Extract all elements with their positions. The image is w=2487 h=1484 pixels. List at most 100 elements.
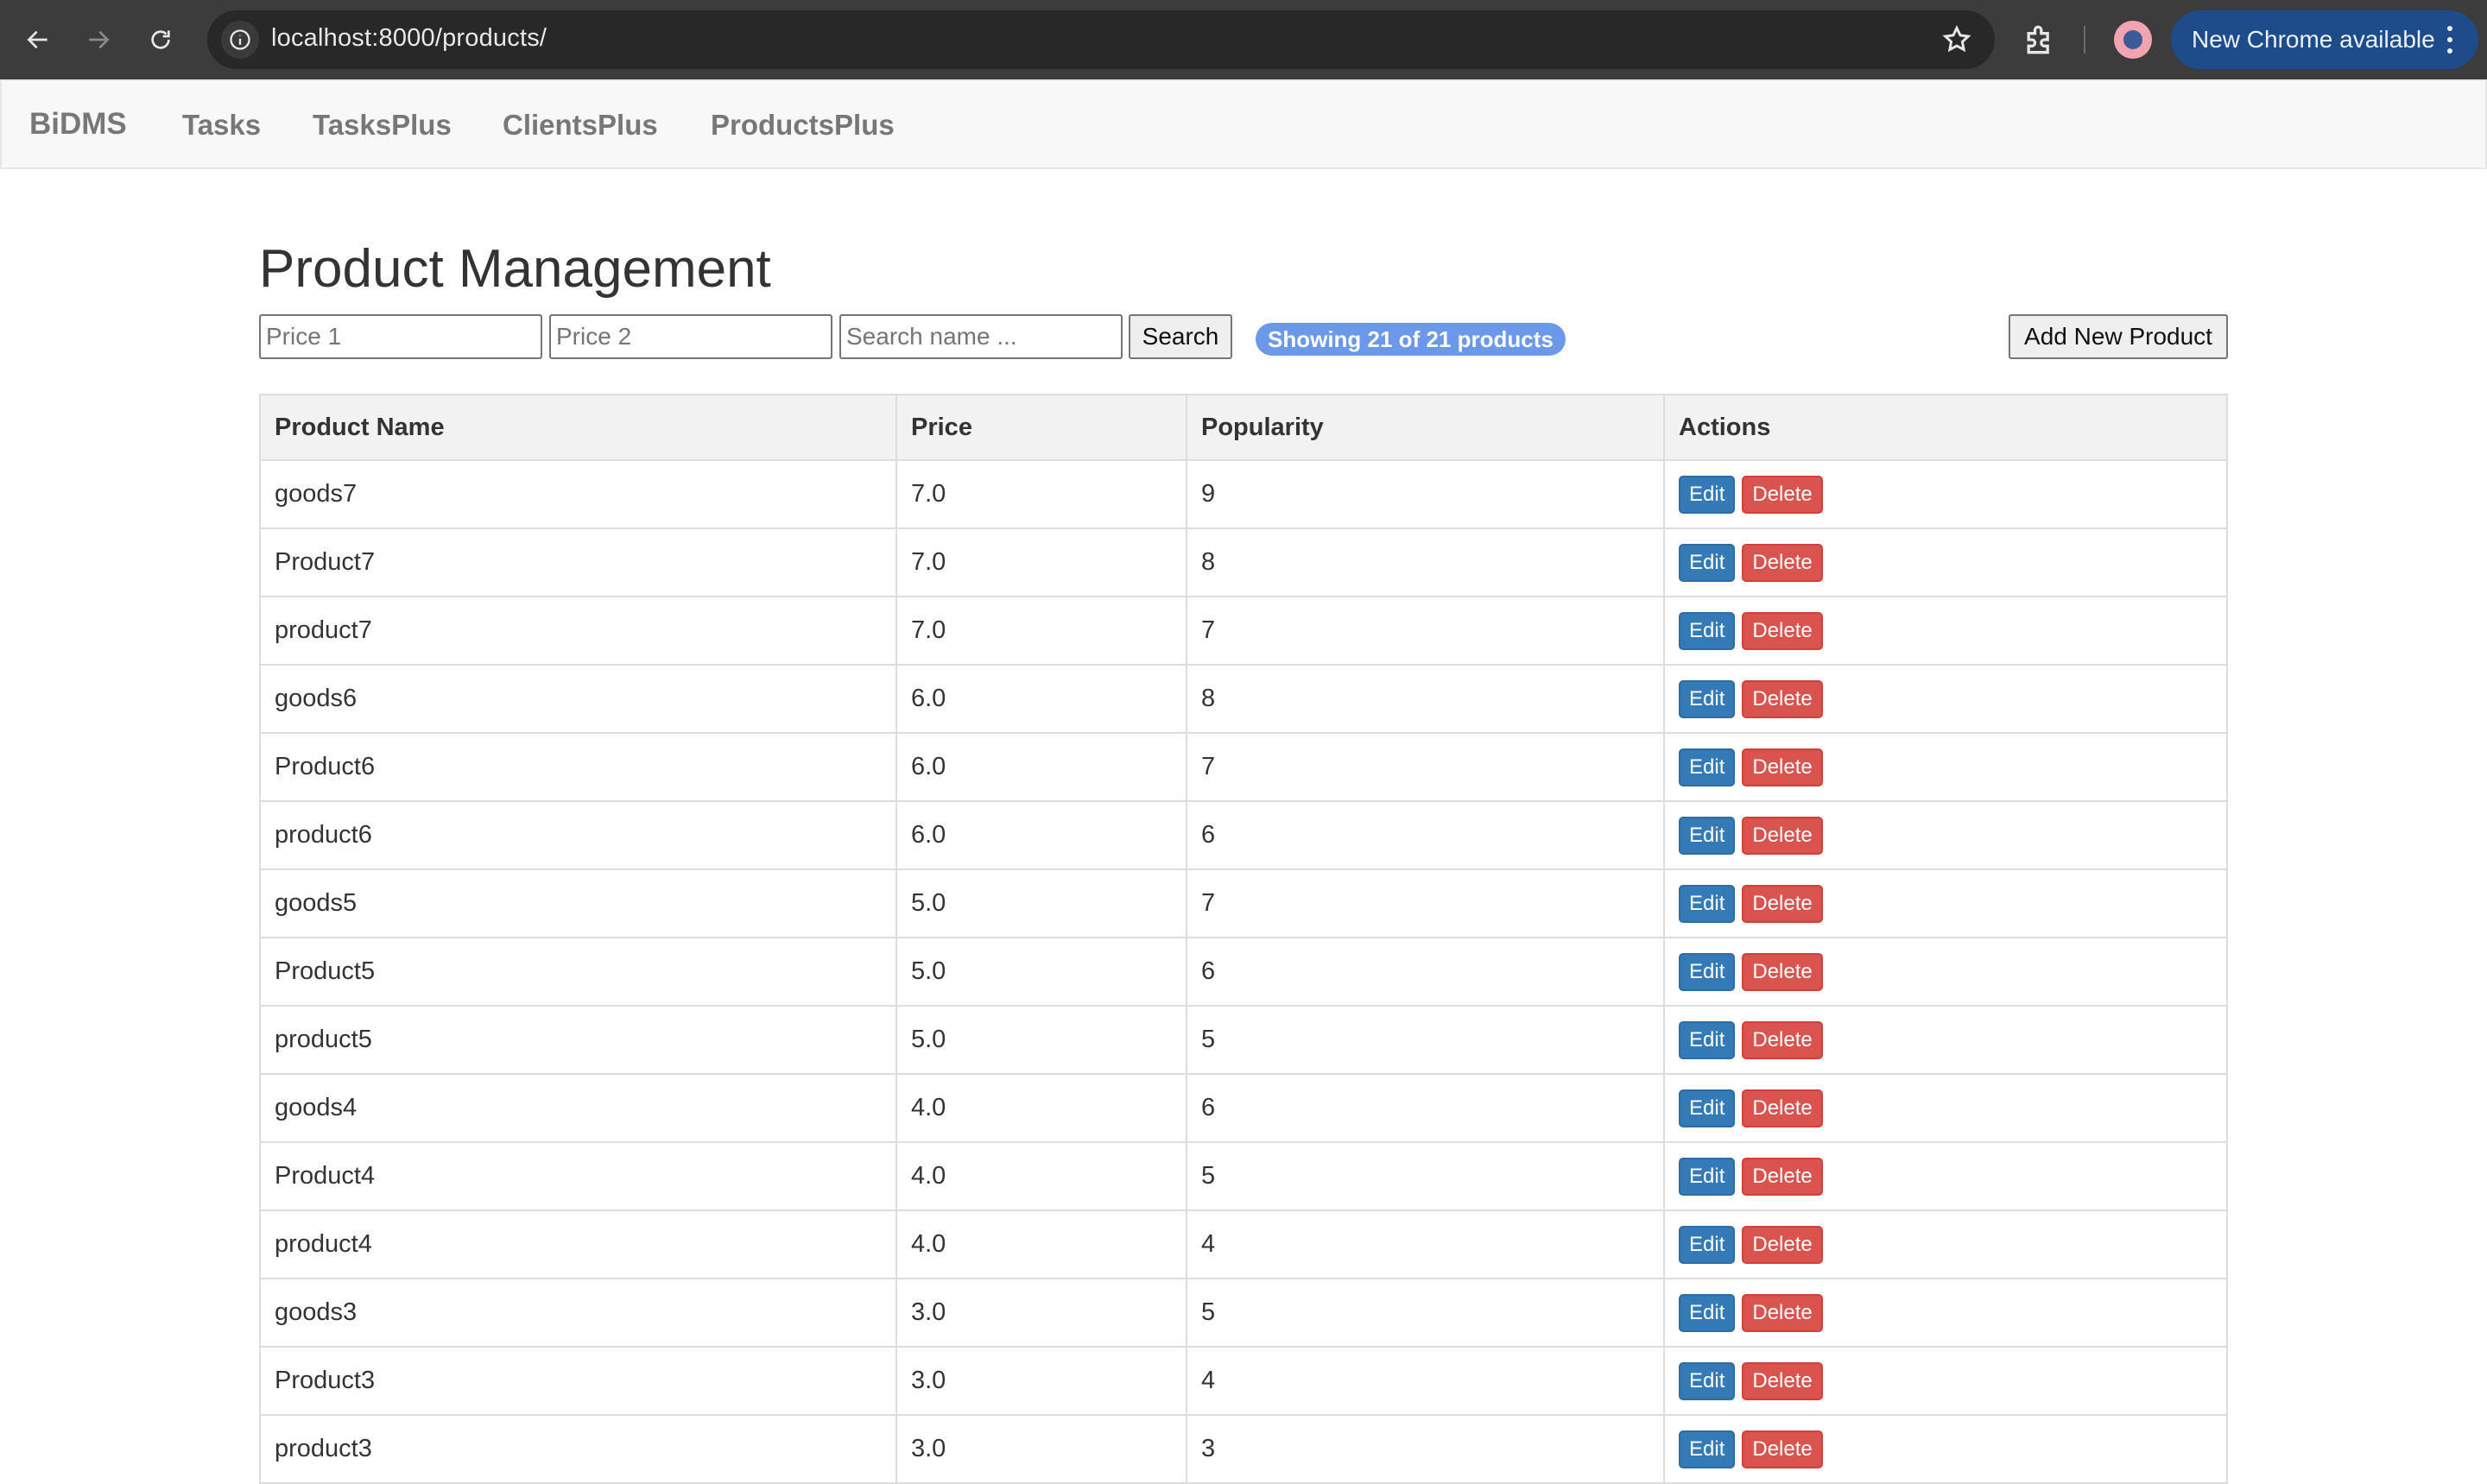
cell-actions: Edit Delete bbox=[1663, 1005, 2228, 1075]
cell-actions: Edit Delete bbox=[1663, 1141, 2228, 1211]
delete-button[interactable]: Delete bbox=[1742, 1430, 1823, 1468]
cell-product-name: product4 bbox=[259, 1209, 897, 1279]
edit-button[interactable]: Edit bbox=[1679, 1361, 1736, 1400]
products-table: Product Name Price Popularity Actions go… bbox=[259, 394, 2228, 1484]
cell-price: 4.0 bbox=[895, 1141, 1187, 1211]
edit-button[interactable]: Edit bbox=[1679, 1157, 1736, 1196]
delete-button[interactable]: Delete bbox=[1742, 679, 1823, 718]
delete-button[interactable]: Delete bbox=[1742, 1157, 1823, 1196]
cell-product-name: goods3 bbox=[259, 1278, 897, 1348]
cell-price: 5.0 bbox=[895, 937, 1187, 1007]
cell-product-name: product5 bbox=[259, 1005, 897, 1075]
table-row: product7 7.0 7 Edit Delete bbox=[259, 596, 2228, 666]
cell-popularity: 4 bbox=[1186, 1346, 1665, 1416]
toolbar-divider bbox=[2084, 26, 2085, 54]
delete-button[interactable]: Delete bbox=[1742, 748, 1823, 786]
cell-product-name: Product7 bbox=[259, 527, 897, 597]
nav-link-clientsplus[interactable]: ClientsPlus bbox=[503, 109, 658, 142]
edit-button[interactable]: Edit bbox=[1679, 475, 1736, 514]
cell-popularity: 4 bbox=[1186, 1209, 1665, 1279]
edit-button[interactable]: Edit bbox=[1679, 884, 1736, 923]
cell-actions: Edit Delete bbox=[1663, 937, 2228, 1007]
table-row: product4 4.0 4 Edit Delete bbox=[259, 1209, 2228, 1279]
delete-button[interactable]: Delete bbox=[1742, 475, 1823, 514]
cell-actions: Edit Delete bbox=[1663, 1073, 2228, 1143]
cell-actions: Edit Delete bbox=[1663, 1414, 2228, 1484]
search-input[interactable] bbox=[839, 314, 1123, 359]
status-badge: Showing 21 of 21 products bbox=[1256, 323, 1566, 356]
address-bar[interactable]: localhost:8000/products/ bbox=[207, 10, 1995, 69]
update-label: New Chrome available bbox=[2192, 26, 2435, 53]
reload-icon[interactable] bbox=[138, 17, 183, 62]
url-text[interactable]: localhost:8000/products/ bbox=[271, 24, 547, 53]
cell-popularity: 5 bbox=[1186, 1141, 1665, 1211]
extensions-icon[interactable] bbox=[2021, 21, 2059, 59]
table-row: goods3 3.0 5 Edit Delete bbox=[259, 1278, 2228, 1348]
cell-popularity: 9 bbox=[1186, 459, 1665, 529]
delete-button[interactable]: Delete bbox=[1742, 1361, 1823, 1400]
table-row: goods4 4.0 6 Edit Delete bbox=[259, 1073, 2228, 1143]
brand-link[interactable]: BiDMS bbox=[29, 107, 127, 142]
more-icon[interactable] bbox=[2447, 26, 2454, 54]
delete-button[interactable]: Delete bbox=[1742, 1089, 1823, 1127]
edit-button[interactable]: Edit bbox=[1679, 1225, 1736, 1264]
price1-input[interactable] bbox=[259, 314, 542, 359]
site-info-icon[interactable] bbox=[221, 21, 259, 59]
edit-button[interactable]: Edit bbox=[1679, 816, 1736, 855]
edit-button[interactable]: Edit bbox=[1679, 952, 1736, 991]
cell-price: 6.0 bbox=[895, 664, 1187, 734]
price2-input[interactable] bbox=[549, 314, 832, 359]
delete-button[interactable]: Delete bbox=[1742, 1225, 1823, 1264]
edit-button[interactable]: Edit bbox=[1679, 679, 1736, 718]
cell-price: 4.0 bbox=[895, 1209, 1187, 1279]
add-product-button[interactable]: Add New Product bbox=[2009, 314, 2228, 359]
cell-actions: Edit Delete bbox=[1663, 596, 2228, 666]
delete-button[interactable]: Delete bbox=[1742, 543, 1823, 582]
delete-button[interactable]: Delete bbox=[1742, 952, 1823, 991]
edit-button[interactable]: Edit bbox=[1679, 1293, 1736, 1332]
cell-price: 6.0 bbox=[895, 732, 1187, 802]
edit-button[interactable]: Edit bbox=[1679, 611, 1736, 650]
delete-button[interactable]: Delete bbox=[1742, 611, 1823, 650]
cell-product-name: Product3 bbox=[259, 1346, 897, 1416]
cell-product-name: product6 bbox=[259, 800, 897, 870]
cell-popularity: 8 bbox=[1186, 664, 1665, 734]
cell-popularity: 7 bbox=[1186, 732, 1665, 802]
table-row: product3 3.0 3 Edit Delete bbox=[259, 1414, 2228, 1484]
header-actions: Actions bbox=[1663, 394, 2228, 461]
edit-button[interactable]: Edit bbox=[1679, 1430, 1736, 1468]
delete-button[interactable]: Delete bbox=[1742, 1020, 1823, 1059]
nav-link-tasks[interactable]: Tasks bbox=[182, 109, 261, 142]
nav-link-tasksplus[interactable]: TasksPlus bbox=[313, 109, 452, 142]
edit-button[interactable]: Edit bbox=[1679, 543, 1736, 582]
cell-price: 3.0 bbox=[895, 1414, 1187, 1484]
cell-popularity: 6 bbox=[1186, 937, 1665, 1007]
header-product-name: Product Name bbox=[259, 394, 897, 461]
table-row: Product6 6.0 7 Edit Delete bbox=[259, 732, 2228, 802]
profile-icon[interactable] bbox=[2114, 21, 2152, 59]
delete-button[interactable]: Delete bbox=[1742, 1293, 1823, 1332]
update-chrome-button[interactable]: New Chrome available bbox=[2171, 10, 2478, 69]
cell-popularity: 5 bbox=[1186, 1005, 1665, 1075]
delete-button[interactable]: Delete bbox=[1742, 884, 1823, 923]
table-row: goods6 6.0 8 Edit Delete bbox=[259, 664, 2228, 734]
table-row: product5 5.0 5 Edit Delete bbox=[259, 1005, 2228, 1075]
cell-actions: Edit Delete bbox=[1663, 664, 2228, 734]
star-icon[interactable] bbox=[1941, 24, 1972, 55]
cell-product-name: goods4 bbox=[259, 1073, 897, 1143]
header-price: Price bbox=[895, 394, 1187, 461]
search-button[interactable]: Search bbox=[1129, 314, 1232, 359]
back-icon[interactable] bbox=[16, 17, 60, 62]
delete-button[interactable]: Delete bbox=[1742, 816, 1823, 855]
cell-product-name: Product5 bbox=[259, 937, 897, 1007]
table-row: goods7 7.0 9 Edit Delete bbox=[259, 459, 2228, 529]
table-row: product6 6.0 6 Edit Delete bbox=[259, 800, 2228, 870]
forward-icon[interactable] bbox=[76, 17, 121, 62]
nav-link-productsplus[interactable]: ProductsPlus bbox=[711, 109, 895, 142]
cell-popularity: 7 bbox=[1186, 868, 1665, 938]
edit-button[interactable]: Edit bbox=[1679, 748, 1736, 786]
table-row: Product4 4.0 5 Edit Delete bbox=[259, 1141, 2228, 1211]
edit-button[interactable]: Edit bbox=[1679, 1020, 1736, 1059]
cell-product-name: Product4 bbox=[259, 1141, 897, 1211]
edit-button[interactable]: Edit bbox=[1679, 1089, 1736, 1127]
